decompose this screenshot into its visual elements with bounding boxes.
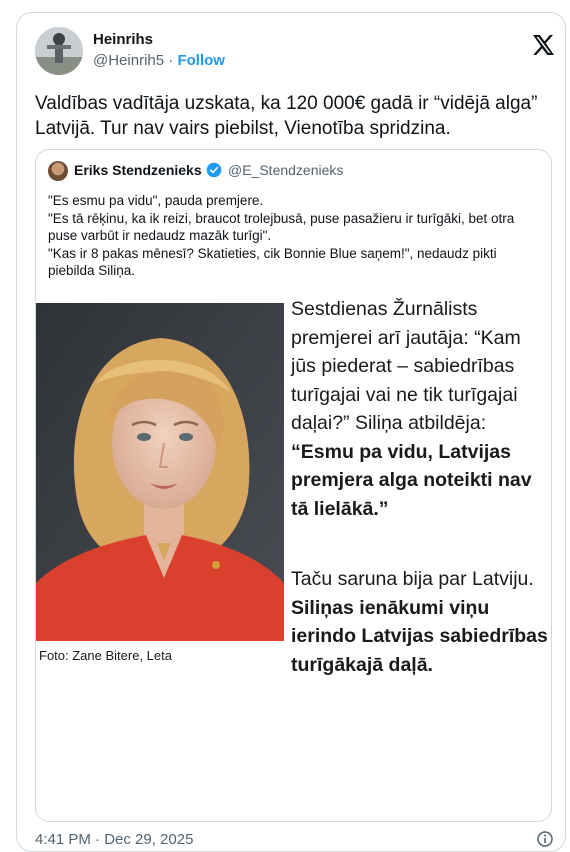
portrait-image: [36, 303, 284, 641]
quoted-media[interactable]: Foto: Zane Bitere, Leta Sestdienas Žurnā…: [36, 298, 551, 821]
quoted-author-name[interactable]: Eriks Stendzenieks: [74, 162, 202, 178]
article-paragraph: Taču saruna bija par Latviju. Siliņas ie…: [291, 565, 551, 679]
author-handle-row: @Heinrih5 · Follow: [93, 52, 225, 69]
article-plain-text: Sestdienas Žurnālists premjerei arī jaut…: [291, 298, 521, 434]
tweet-card: Heinrihs @Heinrih5 · Follow Valdības vad…: [16, 12, 566, 852]
author-handle[interactable]: @Heinrih5: [93, 52, 164, 69]
article-excerpt: Sestdienas Žurnālists premjerei arī jaut…: [291, 295, 551, 679]
quoted-tweet-text: "Es esmu pa vidu", pauda premjere. "Es t…: [48, 192, 538, 280]
info-icon[interactable]: [537, 831, 553, 847]
avatar-image: [35, 27, 83, 75]
photo-caption: Foto: Zane Bitere, Leta: [39, 648, 172, 663]
avatar[interactable]: [35, 27, 83, 75]
follow-button[interactable]: Follow: [177, 52, 225, 69]
article-bold-text: Siliņas ienākumi viņu ierindo Latvijas s…: [291, 596, 548, 676]
x-logo-icon[interactable]: [531, 33, 555, 57]
quoted-author-avatar[interactable]: [48, 161, 68, 181]
quoted-line: "Kas ir 8 pakas mēnesī? Skatieties, cik …: [48, 245, 497, 279]
quoted-line: "Es tā rēķinu, ka ik reizi, braucot trol…: [48, 210, 515, 244]
quoted-tweet[interactable]: Eriks Stendzenieks @E_Stendzenieks "Es e…: [35, 149, 552, 822]
author-name[interactable]: Heinrihs: [93, 31, 153, 48]
quoted-tweet-header: Eriks Stendzenieks @E_Stendzenieks: [48, 160, 538, 182]
verified-badge-icon: [206, 162, 222, 178]
article-bold-text: “Esmu pa vidu, Latvijas premjera alga no…: [291, 440, 532, 520]
tweet-footer: 4:41 PM · Dec 29, 2025: [35, 831, 553, 848]
article-plain-text: Taču saruna bija par Latviju.: [291, 568, 534, 590]
timestamp[interactable]: 4:41 PM · Dec 29, 2025: [35, 831, 193, 848]
quoted-line: "Es esmu pa vidu", pauda premjere.: [48, 193, 264, 208]
quoted-author-handle[interactable]: @E_Stendzenieks: [228, 162, 343, 178]
portrait-photo: [36, 303, 284, 641]
article-paragraph: Sestdienas Žurnālists premjerei arī jaut…: [291, 295, 551, 523]
tweet-header: Heinrihs @Heinrih5 · Follow: [35, 27, 555, 77]
tweet-text: Valdības vadītāja uzskata, ka 120 000€ g…: [35, 93, 538, 139]
separator-dot: ·: [168, 52, 174, 69]
